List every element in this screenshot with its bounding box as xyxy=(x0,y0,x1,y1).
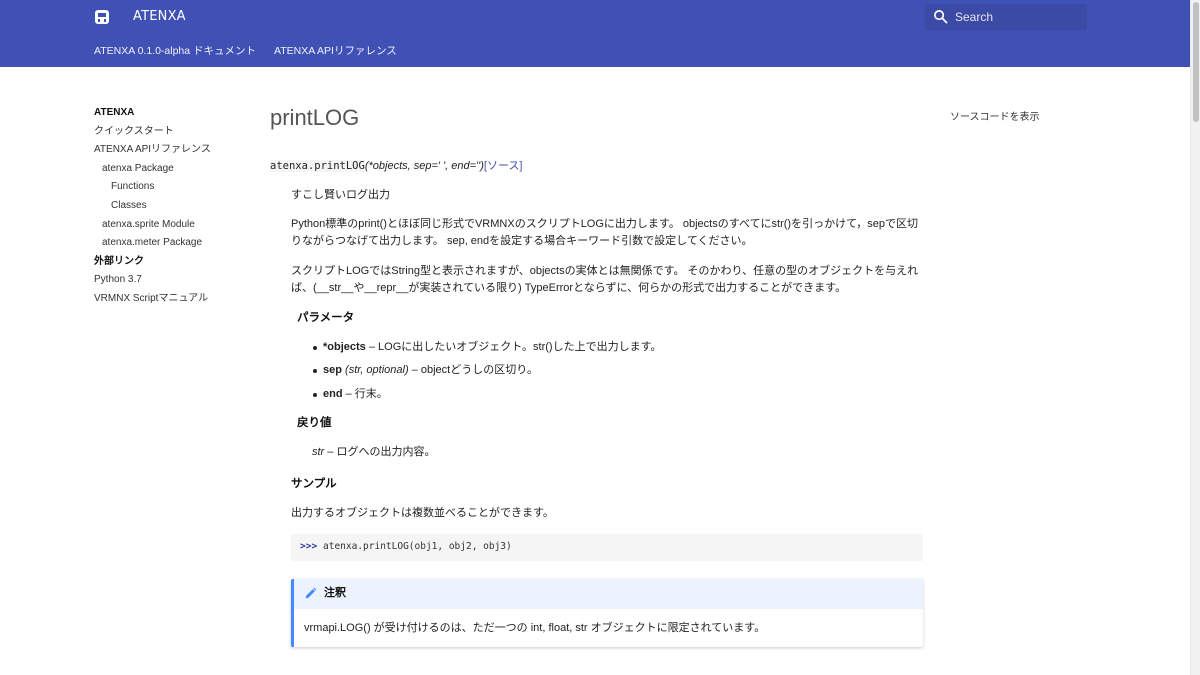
pencil-icon xyxy=(305,587,317,599)
returns-text: str – ログへの出力内容。 xyxy=(312,444,812,461)
sidebar-item-api-reference[interactable]: ATENXA APIリファレンス xyxy=(94,141,254,160)
param-item: *objects – LOGに出したいオブジェクト。str()した上で出力します… xyxy=(312,340,662,355)
param-type: (str, optional) xyxy=(341,364,409,376)
sidebar-item-python[interactable]: Python 3.7 xyxy=(94,271,254,290)
description-paragraph-1: Python標準のprint()とほぼ同じ形式でVRMNXのスクリプトLOGに出… xyxy=(291,218,919,247)
page-title: printLOG xyxy=(270,105,360,130)
sample-heading: サンプル xyxy=(291,478,337,490)
code-text[interactable]: atenxa.printLOG(obj1, obj2, obj3) xyxy=(323,541,512,552)
param-desc: – LOGに出したいオブジェクト。str()した上で出力します。 xyxy=(365,341,662,353)
returns-type: str xyxy=(312,446,325,458)
site-title[interactable]: ATENXA xyxy=(133,8,186,26)
book-logo-icon[interactable] xyxy=(94,9,110,25)
view-source-link[interactable]: ソースコードを表示 xyxy=(950,111,1040,125)
sidebar-item-vrmnx-manual[interactable]: VRMNX Scriptマニュアル xyxy=(94,290,254,309)
param-name: end xyxy=(323,388,343,400)
param-name: sep xyxy=(323,364,342,376)
scrollbar-thumb[interactable] xyxy=(1193,2,1199,122)
sidebar-item-external-links[interactable]: 外部リンク xyxy=(94,253,254,272)
note-label: 注釈 xyxy=(324,587,346,599)
param-name: *objects xyxy=(323,341,366,353)
param-item: sep (str, optional) – objectどうしの区切り。 xyxy=(313,363,538,378)
sidebar-item-quickstart[interactable]: クイックスタート xyxy=(94,123,254,142)
header-tabs: ATENXA 0.1.0-alpha ドキュメント ATENXA APIリファレ… xyxy=(94,44,397,58)
search-icon xyxy=(934,10,948,24)
search-box[interactable] xyxy=(925,4,1087,30)
function-signature: atenxa.printLOG(*objects, sep=' ', end='… xyxy=(270,159,522,174)
note-body: vrmapi.LOG() が受け付けるのは、ただ一つの int, float, … xyxy=(304,622,766,634)
description-paragraph-2: スクリプトLOGではString型と表示されますが、objectsの実体とは無関… xyxy=(291,265,919,294)
header: ATENXA ATENXA 0.1.0-alpha ドキュメント ATENXA … xyxy=(0,0,1190,67)
scrollbar[interactable] xyxy=(1190,0,1200,675)
sidebar-item-classes[interactable]: Classes xyxy=(94,197,254,216)
param-desc: – 行末。 xyxy=(342,388,388,400)
source-link[interactable]: [ソース] xyxy=(484,160,523,172)
tab-api-reference[interactable]: ATENXA APIリファレンス xyxy=(274,44,397,58)
code-block[interactable]: >>> atenxa.printLOG(obj1, obj2, obj3) xyxy=(291,534,923,561)
sidebar-item-sprite-module[interactable]: atenxa.sprite Module xyxy=(94,216,254,235)
sidebar-item-atenxa[interactable]: ATENXA xyxy=(94,104,254,123)
code-prompt: >>> xyxy=(300,541,318,552)
sidebar-item-atenxa-package[interactable]: atenxa Package xyxy=(94,160,254,179)
sample-text: 出力するオブジェクトは複数並べることができます。 xyxy=(291,507,554,519)
search-input[interactable] xyxy=(955,7,1080,27)
returns-heading: 戻り値 xyxy=(297,417,332,429)
param-item: end – 行末。 xyxy=(313,387,388,402)
summary-text: すこし賢いログ出力 xyxy=(291,189,390,201)
sidebar-item-functions[interactable]: Functions xyxy=(94,178,254,197)
returns-desc: – ログへの出力内容。 xyxy=(324,446,436,458)
params-heading: パラメータ xyxy=(297,312,355,324)
sidebar-item-meter-package[interactable]: atenxa.meter Package xyxy=(94,234,254,253)
tab-docs[interactable]: ATENXA 0.1.0-alpha ドキュメント xyxy=(94,44,256,58)
signature-params: (*objects, sep=' ', end='') xyxy=(364,160,484,172)
note-title-bar: 注釈 xyxy=(294,579,923,609)
signature-name: atenxa.printLOG xyxy=(270,160,365,172)
param-desc: – objectどうしの区切り。 xyxy=(408,364,538,376)
sidebar-nav: ATENXA クイックスタート ATENXA APIリファレンス atenxa … xyxy=(94,104,254,309)
note-admonition: 注釈 vrmapi.LOG() が受け付けるのは、ただ一つの int, floa… xyxy=(291,579,923,647)
